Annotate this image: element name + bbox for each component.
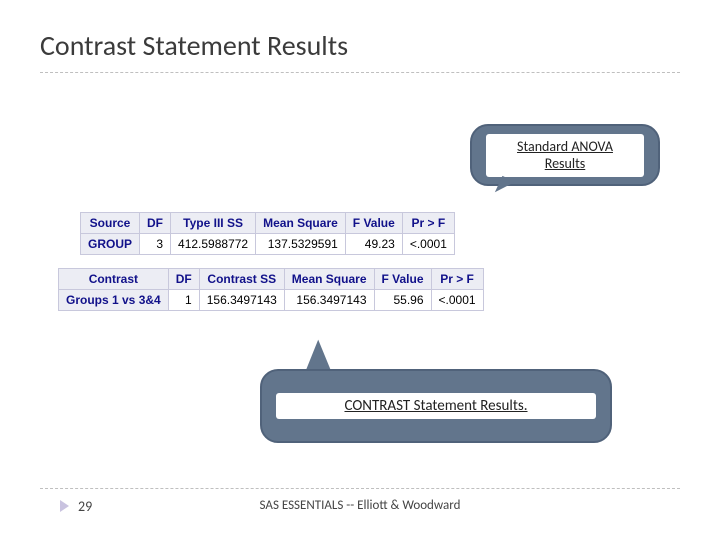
col-header: Pr > F (402, 213, 454, 234)
col-header: DF (140, 213, 171, 234)
cell: 137.5329591 (256, 234, 346, 255)
col-header: F Value (374, 269, 431, 290)
page-title: Contrast Statement Results (40, 28, 348, 63)
cell: 156.3497143 (199, 290, 284, 311)
cell: 3 (140, 234, 171, 255)
divider-bottom (40, 488, 680, 489)
col-header: F Value (345, 213, 402, 234)
col-header: DF (168, 269, 199, 290)
anova-table: Source DF Type III SS Mean Square F Valu… (80, 212, 455, 255)
cell: 55.96 (374, 290, 431, 311)
contrast-table: Contrast DF Contrast SS Mean Square F Va… (58, 268, 484, 311)
row-label: Groups 1 vs 3&4 (59, 290, 169, 311)
col-header: Mean Square (256, 213, 346, 234)
callout-contrast: CONTRAST Statement Results. (260, 369, 612, 443)
col-header: Source (81, 213, 140, 234)
row-label: GROUP (81, 234, 140, 255)
table-header-row: Source DF Type III SS Mean Square F Valu… (81, 213, 455, 234)
footer-text: SAS ESSENTIALS -- Elliott & Woodward (0, 498, 720, 513)
table-header-row: Contrast DF Contrast SS Mean Square F Va… (59, 269, 484, 290)
col-header: Type III SS (171, 213, 256, 234)
table-row: Groups 1 vs 3&4 1 156.3497143 156.349714… (59, 290, 484, 311)
col-header: Contrast SS (199, 269, 284, 290)
cell: 1 (168, 290, 199, 311)
divider-top (40, 72, 680, 73)
callout-anova-text: Standard ANOVAResults (486, 134, 644, 177)
cell: 156.3497143 (284, 290, 374, 311)
col-header: Pr > F (431, 269, 483, 290)
col-header: Mean Square (284, 269, 374, 290)
cell: <.0001 (431, 290, 483, 311)
cell: 49.23 (345, 234, 402, 255)
callout-contrast-text: CONTRAST Statement Results. (276, 393, 596, 420)
col-header: Contrast (59, 269, 169, 290)
table-row: GROUP 3 412.5988772 137.5329591 49.23 <.… (81, 234, 455, 255)
cell: <.0001 (402, 234, 454, 255)
callout-anova: Standard ANOVAResults (470, 124, 660, 186)
cell: 412.5988772 (171, 234, 256, 255)
